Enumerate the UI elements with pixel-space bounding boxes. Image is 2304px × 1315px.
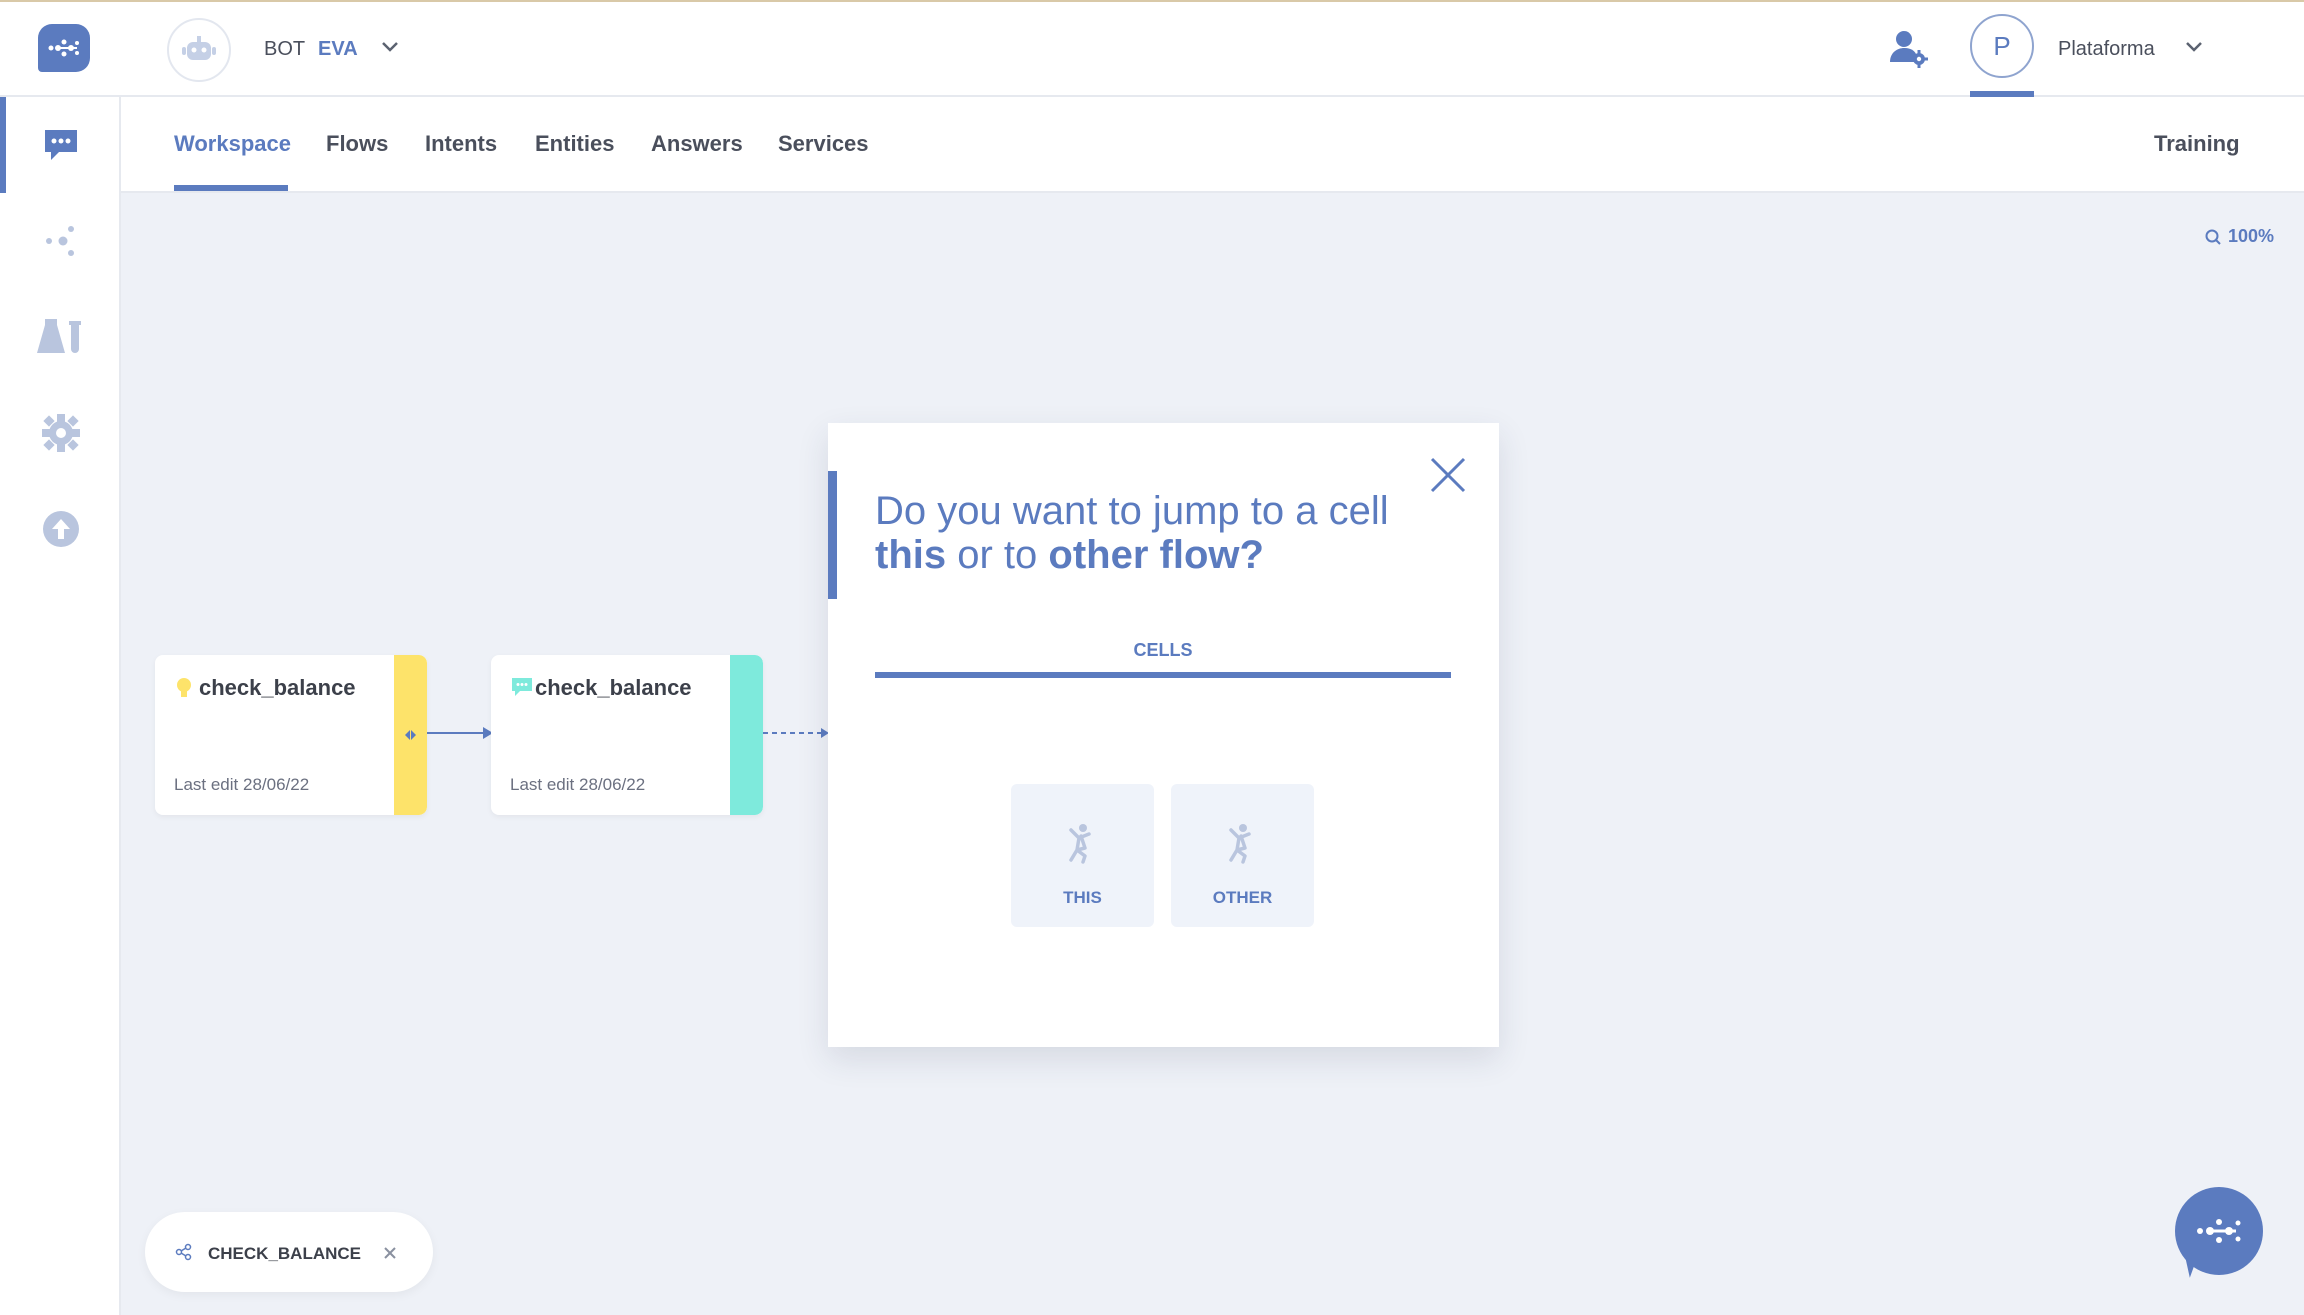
flow-nodes-icon xyxy=(175,1243,193,1266)
dialog-accent-bar xyxy=(828,471,837,599)
user-settings-icon[interactable] xyxy=(1888,28,1928,73)
assistant-icon xyxy=(2197,1219,2241,1243)
open-flow-chip[interactable]: CHECK_BALANCE xyxy=(145,1212,433,1292)
bot-name[interactable]: EVA xyxy=(318,38,358,61)
bot-label: BOT xyxy=(264,38,306,60)
jump-other-button[interactable]: OTHER xyxy=(1171,784,1314,927)
robot-icon xyxy=(182,36,216,60)
lab-test-icon xyxy=(36,319,81,353)
bot-avatar[interactable] xyxy=(167,18,231,82)
tab-workspace[interactable]: Workspace xyxy=(174,131,291,157)
user-avatar[interactable]: P xyxy=(1970,14,2034,78)
close-icon[interactable] xyxy=(383,1246,397,1265)
main-tabs: Workspace Flows Intents Entities Answers… xyxy=(121,97,2304,193)
zoom-control[interactable]: 100% xyxy=(2204,226,2274,247)
flow-card-answer[interactable]: check_balance Last edit 28/06/22 xyxy=(491,655,763,815)
expand-arrows-icon xyxy=(405,730,416,740)
flow-nodes-icon xyxy=(45,226,74,256)
chat-icon xyxy=(44,130,77,160)
chevron-down-icon[interactable] xyxy=(2184,40,2204,59)
upload-icon xyxy=(42,511,79,547)
dialog-title-other: other flow? xyxy=(1048,533,1264,577)
dialog-title-line2: this or to other flow? xyxy=(875,533,1389,577)
assistant-chat-button[interactable] xyxy=(2175,1187,2263,1275)
dialog-title: Do you want to jump to a cell this or to… xyxy=(875,489,1389,577)
sidebar-active-indicator xyxy=(0,97,6,193)
connector-arrow xyxy=(427,727,493,739)
dashed-connector-arrow xyxy=(763,728,829,738)
sidebar xyxy=(0,97,121,1315)
card-connector-handle[interactable] xyxy=(730,655,763,815)
sidebar-item-settings[interactable] xyxy=(0,385,121,481)
close-icon[interactable] xyxy=(1428,455,1468,500)
card-last-edit: Last edit 28/06/22 xyxy=(174,775,310,794)
tab-services[interactable]: Services xyxy=(778,131,869,157)
chevron-down-icon[interactable] xyxy=(380,40,400,59)
message-icon xyxy=(511,677,533,702)
logo-dots-icon xyxy=(48,39,79,57)
training-button[interactable]: Training xyxy=(2154,131,2240,157)
cells-tab-underline xyxy=(875,672,1451,678)
sidebar-item-tests[interactable] xyxy=(0,289,121,385)
sidebar-item-flows[interactable] xyxy=(0,193,121,289)
app-logo[interactable] xyxy=(38,24,90,72)
jumping-person-icon xyxy=(1063,822,1101,869)
tab-cells[interactable]: CELLS xyxy=(875,640,1451,661)
flow-card-intent[interactable]: check_balance Last edit 28/06/22 xyxy=(155,655,427,815)
app-header: BOT EVA P Plataforma xyxy=(0,2,2304,97)
tab-entities[interactable]: Entities xyxy=(535,131,614,157)
tab-answers[interactable]: Answers xyxy=(651,131,743,157)
card-last-edit: Last edit 28/06/22 xyxy=(510,775,646,794)
choice-label: OTHER xyxy=(1212,888,1273,907)
gear-icon xyxy=(41,414,80,452)
jump-this-button[interactable]: THIS xyxy=(1011,784,1154,927)
search-icon xyxy=(2205,229,2221,245)
dialog-title-line1: Do you want to jump to a cell xyxy=(875,489,1389,533)
dialog-title-this: this xyxy=(875,533,947,577)
card-title: check_balance xyxy=(535,675,692,700)
lightbulb-icon xyxy=(175,677,193,704)
choice-label: THIS xyxy=(1063,888,1102,907)
active-tab-underline xyxy=(174,185,288,191)
chip-label: CHECK_BALANCE xyxy=(208,1244,362,1263)
tab-flows[interactable]: Flows xyxy=(326,131,388,157)
tab-intents[interactable]: Intents xyxy=(425,131,497,157)
sidebar-item-chat[interactable] xyxy=(0,97,121,193)
dialog-title-or-to: or to xyxy=(946,533,1049,577)
card-connector-handle[interactable] xyxy=(394,655,427,815)
zoom-level: 100% xyxy=(2228,226,2275,246)
jump-dialog: Do you want to jump to a cell this or to… xyxy=(828,423,1499,1047)
card-title: check_balance xyxy=(199,675,356,700)
user-name[interactable]: Plataforma xyxy=(2058,38,2155,61)
sidebar-item-publish[interactable] xyxy=(0,481,121,577)
jumping-person-icon xyxy=(1223,822,1261,869)
